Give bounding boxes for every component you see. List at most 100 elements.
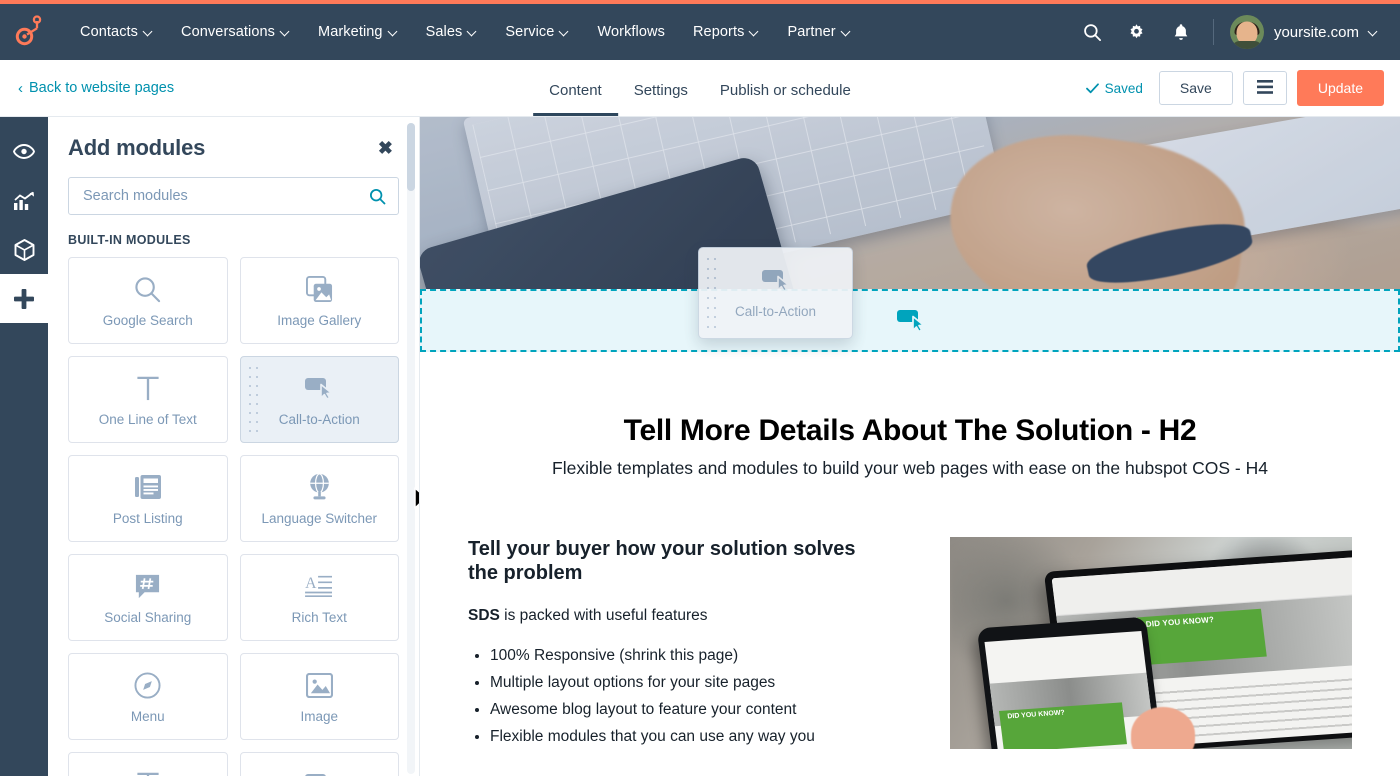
module-card-label: Rich Text [291,610,347,625]
check-icon [1085,82,1099,93]
module-card-social-sharing[interactable]: Social Sharing [68,554,228,641]
chevron-left-icon: ‹ [18,79,23,97]
back-to-website-pages-link[interactable]: ‹ Back to website pages [18,80,174,96]
nav-item-label: Sales [425,24,463,40]
rail-item-analytics[interactable] [0,176,48,225]
editor-toolbar: ‹ Back to website pages Content Settings… [0,60,1400,117]
module-card-label: Image Gallery [277,313,362,328]
hubspot-sprocket-logo[interactable] [14,15,48,49]
nav-item-contacts[interactable]: Contacts [66,16,167,48]
module-card-google-search[interactable]: Google Search [68,257,228,344]
device-phone-banner-text: DID YOU KNOW? [1007,709,1066,721]
editor-body: Add modules ✖ BUILT-IN MODULES Google Se… [0,117,1400,776]
primary-nav-items: Contacts Conversations Marketing Sales S… [66,16,865,48]
search-box[interactable] [68,177,399,215]
page-h2-heading: Tell More Details About The Solution - H… [623,414,1197,447]
tab-settings[interactable]: Settings [618,82,704,116]
dragged-module-card[interactable]: Call-to-Action [698,247,853,339]
editor-tabs: Content Settings Publish or schedule [533,60,867,116]
analytics-chart-icon [14,191,34,210]
module-card-language-switcher[interactable]: Language Switcher [239,455,399,542]
module-card-label: One Line of Text [98,412,197,427]
nav-item-conversations[interactable]: Conversations [167,16,304,48]
nav-item-label: Service [505,24,555,40]
section-label: BUILT-IN MODULES [68,233,191,247]
bell-icon[interactable] [1161,12,1201,52]
module-card-call-to-action[interactable]: Call-to-Action [239,356,399,443]
module-card-menu[interactable]: Menu [68,653,228,740]
rail-item-themes[interactable] [0,225,48,274]
list-item: Multiple layout options for your site pa… [490,674,914,692]
update-button[interactable]: Update [1296,70,1384,106]
text-t-icon [135,372,161,404]
eye-preview-icon [13,144,35,159]
nav-item-label: Marketing [318,24,383,40]
globe-icon [306,471,333,503]
nav-item-sales[interactable]: Sales [412,16,492,48]
module-card-post-listing[interactable]: Post Listing [68,455,228,542]
module-card-label: Social Sharing [104,610,192,625]
back-link-label: Back to website pages [29,80,175,96]
nav-item-reports[interactable]: Reports [679,16,773,48]
drag-handle-icon[interactable] [707,258,716,328]
save-button[interactable]: Save [1158,71,1233,105]
chevron-down-icon [1369,27,1378,36]
page-h4-subheading: Flexible templates and modules to build … [552,458,1268,478]
module-card-one-line-of-text-2[interactable]: One Line of Text [68,752,228,776]
text-t-icon [135,768,161,776]
plus-add-icon [14,288,34,309]
social-hashtag-icon [134,570,161,602]
module-card-image[interactable]: Image [239,653,399,740]
navbar-utility-group: yoursite.com [1073,12,1382,52]
search-icon[interactable] [369,188,386,205]
cta-button-icon [304,768,334,776]
nav-item-service[interactable]: Service [491,16,583,48]
image-gallery-icon [305,273,333,305]
chevron-down-icon [560,27,569,36]
avatar [1229,15,1264,49]
module-card-label: Call-to-Action [278,412,360,427]
cta-button-icon [304,372,334,404]
nav-item-workflows[interactable]: Workflows [583,16,679,48]
chevron-down-icon [144,27,153,36]
chevron-down-icon [281,27,290,36]
nav-item-label: Conversations [181,24,276,40]
post-listing-icon [134,471,162,503]
add-modules-panel: Add modules ✖ BUILT-IN MODULES Google Se… [48,117,420,776]
nav-item-partner[interactable]: Partner [773,16,864,48]
section-title: Tell your buyer how your solution solves… [468,538,856,584]
panel-header: Add modules ✖ [48,117,419,165]
search-input[interactable] [83,188,369,204]
module-card-label: Post Listing [112,511,183,526]
panel-scrollbar-track [407,123,415,774]
module-card-one-line-of-text[interactable]: One Line of Text [68,356,228,443]
editor-actions: Saved Save Update [1085,70,1384,106]
account-menu[interactable]: yoursite.com [1229,15,1382,49]
module-drop-zone[interactable]: Call-to-Action [420,247,1400,352]
module-card-call-to-action-2[interactable]: Call-to-Action [239,752,399,776]
tab-content[interactable]: Content [533,82,618,116]
more-actions-button[interactable] [1242,71,1287,105]
rail-item-preview[interactable] [0,127,48,176]
search-icon[interactable] [1073,12,1113,52]
chevron-down-icon [842,27,851,36]
gear-icon[interactable] [1117,12,1157,52]
page-preview-canvas: Call-to-Action Tell More Details About T… [420,117,1400,776]
nav-item-label: Workflows [597,24,665,40]
rail-item-add-modules[interactable] [0,274,48,323]
close-icon[interactable]: ✖ [374,137,397,159]
nav-item-label: Contacts [80,24,139,40]
nav-item-marketing[interactable]: Marketing [304,16,412,48]
module-card-image-gallery[interactable]: Image Gallery [239,257,399,344]
tab-publish-or-schedule[interactable]: Publish or schedule [704,82,867,116]
device-tablet-banner-text: DID YOU KNOW? [1144,615,1215,630]
drag-handle-icon[interactable] [248,367,258,432]
hero-banner-image [420,117,1400,289]
status-badge: Saved [1085,81,1143,96]
editor-icon-rail [0,117,48,776]
section-lede-rest: is packed with useful features [499,607,708,624]
module-card-rich-text[interactable]: A Rich Text [239,554,399,641]
hamburger-menu-icon [1256,80,1273,94]
magnifier-icon [134,273,161,305]
panel-scrollbar-thumb[interactable] [407,123,415,191]
